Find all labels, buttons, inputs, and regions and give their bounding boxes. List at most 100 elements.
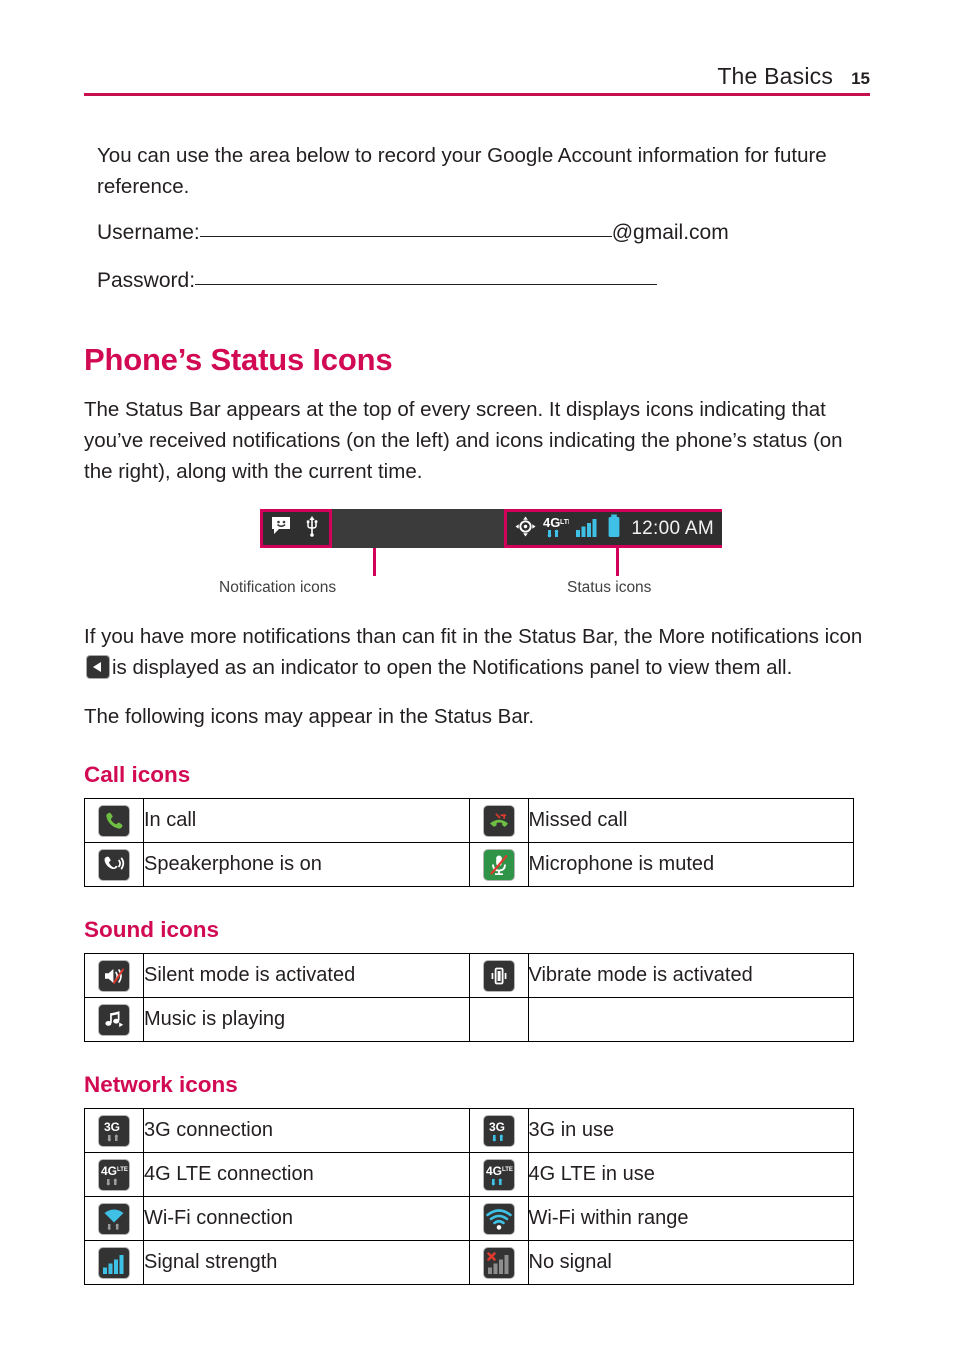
status-bar-illustration: 4G LTE — [260, 509, 722, 548]
status-bar-figure: 4G LTE — [84, 509, 874, 607]
label-wifi-in-range: Wi-Fi within range — [527, 1196, 854, 1241]
icon-cell-music-playing — [84, 997, 144, 1042]
no-signal-icon — [483, 1247, 514, 1278]
table-row: In call Missed call — [84, 798, 854, 843]
more-notifications-icon — [87, 656, 109, 678]
label-in-call: In call — [143, 798, 470, 843]
signal-bars-icon — [576, 515, 600, 542]
sound-icons-heading: Sound icons — [84, 917, 219, 942]
label-speakerphone: Speakerphone is on — [143, 842, 470, 887]
status-bar-paragraph: The Status Bar appears at the top of eve… — [84, 398, 843, 483]
icon-cell-microphone-muted — [468, 842, 529, 887]
3g-in-use-icon: 3G — [483, 1115, 514, 1146]
password-blank — [195, 284, 658, 285]
svg-text:LTE: LTE — [560, 519, 569, 526]
wifi-connection-icon — [99, 1203, 129, 1234]
username-blank — [199, 236, 612, 237]
intro-paragraph: You can use the area below to record you… — [97, 144, 827, 198]
label-4glte-connection: 4G LTE connection — [143, 1152, 470, 1197]
music-playing-icon — [99, 1004, 129, 1035]
username-label: Username: — [97, 221, 200, 244]
wifi-in-range-icon — [483, 1203, 514, 1234]
notification-callout-label: Notification icons — [219, 579, 337, 596]
label-empty — [527, 997, 854, 1042]
label-3g-connection: 3G connection — [143, 1108, 470, 1153]
page-number: 15 — [851, 69, 870, 88]
svg-text:4G: 4G — [543, 515, 560, 530]
icon-cell-4glte-connection: 4G LTE — [84, 1152, 144, 1197]
icon-cell-silent-mode — [84, 953, 144, 998]
table-row: Silent mode is activated Vibrate mode is… — [84, 953, 854, 998]
svg-text:4G: 4G — [486, 1164, 502, 1178]
more-notifications-text-after: is displayed as an indicator to open the… — [112, 656, 793, 679]
label-no-signal: No signal — [527, 1240, 854, 1285]
password-label: Password: — [97, 269, 196, 292]
speakerphone-icon — [99, 849, 129, 880]
notification-icons-group — [260, 509, 332, 548]
label-missed-call: Missed call — [527, 798, 854, 843]
microphone-muted-icon — [483, 849, 514, 880]
4glte-connection-icon: 4G LTE — [99, 1159, 129, 1190]
gps-icon — [515, 515, 536, 542]
sound-icons-table: Silent mode is activated Vibrate mode is… — [84, 953, 854, 1042]
icon-cell-no-signal — [468, 1240, 529, 1285]
status-callout-label: Status icons — [567, 579, 652, 596]
status-callout-line — [616, 548, 619, 576]
icon-cell-wifi-in-range — [468, 1196, 529, 1241]
icon-cell-3g-in-use: 3G — [468, 1108, 529, 1153]
table-row: Wi-Fi connection Wi-Fi within range — [84, 1196, 854, 1241]
following-icons-paragraph: The following icons may appear in the St… — [84, 705, 535, 728]
label-silent-mode: Silent mode is activated — [143, 953, 470, 998]
call-icons-heading: Call icons — [84, 762, 191, 787]
label-signal-strength: Signal strength — [143, 1240, 470, 1285]
icon-cell-wifi-connection — [84, 1196, 144, 1241]
in-call-icon — [99, 805, 129, 836]
header-divider — [84, 93, 870, 96]
svg-text:LTE: LTE — [502, 1167, 513, 1173]
username-line: Username: @gmail.com — [97, 216, 875, 250]
label-4glte-in-use: 4G LTE in use — [527, 1152, 854, 1197]
missed-call-icon — [483, 805, 514, 836]
battery-icon — [607, 514, 621, 543]
icon-cell-empty — [468, 997, 529, 1042]
table-row: Music is playing — [84, 997, 854, 1042]
more-notifications-text-before: If you have more notifications than can … — [84, 625, 863, 648]
svg-text:LTE: LTE — [117, 1167, 128, 1173]
table-row: Signal strength No signal — [84, 1240, 854, 1285]
status-icons-group: 4G LTE — [504, 509, 722, 548]
status-bar-time: 12:00 AM — [631, 517, 714, 539]
password-line: Password: — [97, 264, 875, 298]
signal-strength-icon — [99, 1247, 129, 1278]
page-content: You can use the area below to record you… — [84, 140, 874, 1285]
icon-cell-3g-connection: 3G — [84, 1108, 144, 1153]
message-bubble-icon — [271, 516, 293, 541]
label-vibrate-mode: Vibrate mode is activated — [527, 953, 854, 998]
svg-text:4G: 4G — [101, 1164, 117, 1178]
table-row: Speakerphone is on Microphone is muted — [84, 842, 854, 887]
page-header: The Basics 15 — [84, 52, 870, 96]
icon-cell-vibrate-mode — [468, 953, 529, 998]
usb-icon — [305, 515, 319, 542]
label-3g-in-use: 3G in use — [527, 1108, 854, 1153]
icon-cell-signal-strength — [84, 1240, 144, 1285]
call-icons-table: In call Missed call Speakerphone is on M… — [84, 798, 854, 887]
manual-page: The Basics 15 You can use the area below… — [0, 0, 954, 1372]
svg-text:3G: 3G — [489, 1120, 505, 1134]
vibrate-mode-icon — [483, 960, 514, 991]
google-account-block: You can use the area below to record you… — [97, 140, 875, 298]
3g-connection-icon: 3G — [99, 1115, 129, 1146]
icon-cell-speakerphone — [84, 842, 144, 887]
label-music-playing: Music is playing — [143, 997, 470, 1042]
table-row: 4G LTE 4G LTE connection 4G LTE 4G LTE i… — [84, 1152, 854, 1197]
label-microphone-muted: Microphone is muted — [527, 842, 854, 887]
label-wifi-connection: Wi-Fi connection — [143, 1196, 470, 1241]
icon-cell-4glte-in-use: 4G LTE — [468, 1152, 529, 1197]
table-row: 3G 3G connection 3G 3G in use — [84, 1108, 854, 1153]
4glte-in-use-icon: 4G LTE — [483, 1159, 514, 1190]
4glte-icon: 4G LTE — [543, 514, 573, 543]
more-notifications-paragraph: If you have more notifications than can … — [84, 621, 874, 683]
network-icons-table: 3G 3G connection 3G 3G in use 4G LTE 4G … — [84, 1108, 854, 1285]
header-title: The Basics — [717, 63, 834, 89]
icon-cell-in-call — [84, 798, 144, 843]
icon-cell-missed-call — [468, 798, 529, 843]
